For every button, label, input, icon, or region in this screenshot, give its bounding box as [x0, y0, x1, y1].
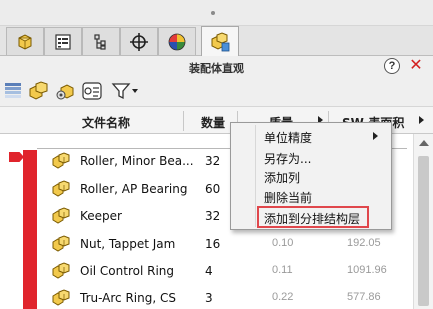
top-strip — [0, 0, 433, 26]
component-name: Keeper — [80, 209, 122, 223]
component-area: 192.05 — [347, 237, 381, 249]
menu-item-label: 删除当前 — [264, 191, 313, 205]
assembly-visualization-panel: 装配体直观 ? ✕ 文件名称 数量 Roller, Minor Bea... 3… — [0, 0, 433, 309]
menu-item-delete-current[interactable]: 删除当前 — [231, 186, 391, 206]
tab-feature-manager[interactable] — [6, 27, 44, 55]
assembly-visualization-icon — [211, 31, 230, 51]
component-name: Roller, Minor Bea... — [80, 154, 194, 168]
component-qty: 16 — [205, 237, 221, 251]
scroll-up-arrow-icon[interactable] — [419, 140, 429, 146]
vertical-scrollbar[interactable] — [413, 134, 433, 309]
component-qty: 60 — [205, 182, 221, 196]
sort-indicator-bar — [23, 150, 37, 309]
component-mass: 0.10 — [272, 237, 294, 249]
panel-toolbar — [0, 78, 433, 104]
tab-assembly-visualization[interactable] — [201, 26, 239, 56]
submenu-arrow-icon — [373, 132, 378, 140]
list-item[interactable]: Nut, Tappet Jam 16 0.10 192.05 — [50, 233, 410, 255]
panel-header: 装配体直观 ? ✕ — [0, 56, 433, 78]
part-icon — [52, 152, 70, 169]
tab-property-manager[interactable] — [44, 27, 82, 55]
part-icon — [52, 289, 70, 306]
part-icon — [52, 180, 70, 197]
menu-item-save-as[interactable]: 另存为... — [231, 147, 391, 167]
assembly-icon — [29, 81, 48, 100]
filter-button[interactable] — [110, 80, 140, 102]
component-name: Tru-Arc Ring, CS — [80, 291, 176, 305]
component-area: 1091.96 — [347, 264, 387, 276]
column-header-name[interactable]: 文件名称 — [82, 114, 130, 131]
part-icon — [52, 207, 70, 224]
component-qty: 32 — [205, 154, 221, 168]
assembly-gear-button[interactable] — [55, 80, 77, 102]
component-qty: 32 — [205, 209, 221, 223]
gradient-icon — [5, 83, 21, 98]
part-list-button[interactable] — [81, 80, 103, 102]
menu-item-label: 添加列 — [264, 171, 301, 185]
column-menu-arrow-icon[interactable] — [419, 116, 424, 124]
assembly-gear-icon — [56, 84, 74, 100]
resize-grip-dot[interactable] — [211, 11, 215, 15]
property-manager-icon — [55, 33, 71, 50]
component-name: Roller, AP Bearing — [80, 182, 188, 196]
configuration-manager-icon — [94, 33, 106, 50]
scroll-thumb[interactable] — [418, 156, 429, 306]
part-icon — [52, 235, 70, 252]
close-button[interactable]: ✕ — [408, 56, 424, 74]
dimxpert-icon — [130, 32, 148, 51]
component-qty: 4 — [205, 264, 213, 278]
gradient-button[interactable] — [2, 80, 24, 102]
list-item[interactable]: Tru-Arc Ring, CS 3 0.22 577.86 — [50, 287, 410, 309]
menu-item-label: 另存为... — [264, 152, 312, 166]
assembly-view-button[interactable] — [28, 80, 50, 102]
filter-icon — [111, 83, 138, 100]
part-icon — [52, 262, 70, 279]
component-name: Oil Control Ring — [80, 264, 175, 278]
column-divider[interactable] — [183, 111, 184, 131]
component-mass: 0.11 — [272, 264, 293, 276]
manager-tab-bar — [0, 26, 433, 56]
help-button[interactable]: ? — [384, 58, 400, 74]
component-area: 577.86 — [347, 291, 381, 303]
part-list-icon — [82, 82, 102, 100]
component-mass: 0.22 — [272, 291, 294, 303]
component-name: Nut, Tappet Jam — [80, 237, 176, 251]
panel-title: 装配体直观 — [189, 62, 244, 75]
component-qty: 3 — [205, 291, 213, 305]
column-header-qty[interactable]: 数量 — [201, 114, 225, 131]
tab-configuration-manager[interactable] — [82, 27, 120, 55]
menu-item-add-column[interactable]: 添加列 — [231, 166, 391, 186]
menu-item-unit-precision[interactable]: 单位精度 — [231, 126, 391, 146]
highlight-annotation-box — [257, 206, 369, 228]
tab-dimxpert[interactable] — [120, 27, 158, 55]
menu-item-label: 单位精度 — [264, 131, 313, 145]
feature-manager-icon — [18, 33, 32, 50]
list-item[interactable]: Oil Control Ring 4 0.11 1091.96 — [50, 260, 410, 282]
tab-display-manager[interactable] — [158, 27, 196, 55]
display-manager-icon — [168, 33, 186, 50]
